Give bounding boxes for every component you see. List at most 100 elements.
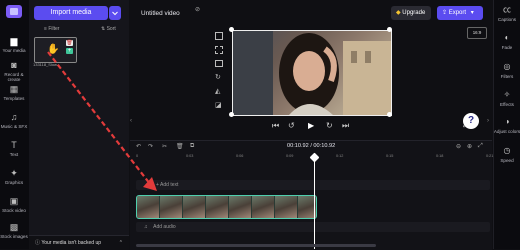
nav-item-stock-video[interactable]: ▣ Stock video — [0, 196, 30, 213]
nav-item-templates[interactable]: ▦ Templates — [0, 84, 30, 101]
text-icon: T — [11, 140, 17, 150]
top-bar — [129, 0, 490, 28]
ruler-tick: 0:15 — [386, 154, 394, 158]
skip-forward-icon[interactable]: ⏭ — [342, 121, 349, 131]
app-logo[interactable] — [6, 5, 22, 18]
nav-item-label: Stock video — [2, 208, 26, 213]
text-track[interactable]: + Add text — [136, 180, 490, 190]
fit-timeline-icon[interactable]: ⤢ — [478, 143, 483, 150]
project-title[interactable]: Untitled video — [141, 10, 180, 17]
video-preview[interactable] — [232, 30, 392, 116]
collapse-left-icon[interactable]: ‹ — [130, 118, 132, 124]
panel-item-label: Captions — [497, 17, 517, 22]
upgrade-label: Upgrade — [402, 10, 426, 16]
media-thumbnail[interactable]: 🗑 + ✋ — [34, 37, 77, 63]
resize-handle[interactable] — [229, 27, 234, 32]
undo-icon[interactable]: ↶ — [136, 143, 141, 150]
aspect-ratio-button[interactable]: 16:9 — [467, 27, 487, 39]
chevron-up-icon[interactable]: ⌃ — [119, 236, 123, 250]
stock-video-icon: ▣ — [9, 196, 19, 206]
chevron-down-icon: ▾ — [470, 10, 474, 16]
collapse-right-icon[interactable]: › — [487, 118, 489, 124]
filters-icon: ◎ — [503, 62, 511, 71]
forward-5s-icon[interactable]: ↻ — [326, 121, 333, 130]
panel-item-speed[interactable]: ◷ Speed — [491, 146, 520, 163]
nav-item-graphics[interactable]: ✦ Graphics — [0, 168, 30, 185]
export-button[interactable]: ⇪ Export ▾ — [437, 6, 483, 20]
media-filename: 133118_Slow... — [33, 62, 61, 67]
panel-item-filters[interactable]: ◎ Filters — [491, 62, 520, 79]
ruler-tick: 0:06 — [236, 154, 244, 158]
fit-icon[interactable] — [215, 46, 223, 54]
skip-back-icon[interactable]: ⏮ — [272, 121, 279, 131]
effects-icon: ✧ — [503, 90, 511, 99]
play-icon[interactable]: ▶ — [308, 121, 314, 130]
nav-item-label: Your media — [2, 48, 26, 53]
delete-icon[interactable]: 🗑 — [176, 143, 184, 150]
folder-icon: ▆ — [10, 36, 18, 46]
delete-icon[interactable]: 🗑 — [66, 40, 73, 46]
timecode: 00:10.92 / 00:10.92 — [287, 143, 336, 149]
backup-banner[interactable]: ⓘ Your media isn't backed up ⌃ — [29, 235, 129, 250]
duplicate-icon[interactable]: ⧉ — [190, 143, 194, 150]
split-icon[interactable]: ✂ — [162, 143, 167, 150]
redo-icon[interactable]: ↷ — [148, 143, 153, 150]
help-button[interactable]: ? — [463, 113, 479, 129]
video-clip[interactable] — [136, 195, 317, 219]
sort-label: Sort — [106, 26, 116, 32]
nav-item-stock-images[interactable]: ▩ Stock images — [0, 222, 30, 239]
panel-item-label: Fade — [501, 45, 513, 50]
resize-handle[interactable] — [229, 112, 234, 117]
fade-icon: ◐ — [504, 33, 510, 42]
no-cloud-icon: ⊘ — [195, 7, 201, 13]
panel-item-fade[interactable]: ◐ Fade — [491, 33, 520, 50]
music-icon: ♫ — [10, 112, 18, 122]
panel-item-captions[interactable]: ㏄ Captions — [491, 5, 520, 22]
add-to-timeline-icon[interactable]: + — [66, 48, 73, 54]
audio-track[interactable]: ♫ Add audio — [136, 222, 490, 232]
panel-item-label: Effects — [500, 102, 514, 107]
nav-item-camera[interactable]: ◙ Record & create — [0, 60, 30, 82]
add-text-label[interactable]: + Add text — [156, 182, 178, 188]
nav-item-music[interactable]: ♫ Music & SFX — [0, 112, 30, 129]
camera-icon: ◙ — [11, 60, 17, 70]
templates-icon: ▦ — [9, 84, 19, 94]
sort-button[interactable]: ⇅ Sort — [101, 26, 116, 32]
filter-button[interactable]: ≡ Filter — [44, 26, 59, 32]
upgrade-button[interactable]: ◆ Upgrade — [391, 6, 431, 20]
clip-frame — [137, 196, 160, 218]
nav-item-text[interactable]: T Text — [0, 140, 30, 157]
zoom-controls: ⊖ ⊕ ⤢ — [456, 143, 492, 151]
flip-icon[interactable]: ◭ — [215, 87, 220, 95]
flip-vertical-icon[interactable]: ◪ — [215, 101, 222, 109]
clip-frame — [229, 196, 252, 218]
pip-icon[interactable] — [215, 60, 223, 67]
rewind-5s-icon[interactable]: ↺ — [288, 121, 295, 130]
import-media-button[interactable]: Import media — [34, 6, 108, 20]
music-icon: ♫ — [144, 224, 148, 230]
graphics-icon: ✦ — [10, 168, 18, 178]
nav-item-label: Stock images — [0, 234, 28, 239]
resize-handle[interactable] — [387, 27, 392, 32]
clip-frame — [206, 196, 229, 218]
timeline-scrollbar[interactable] — [136, 244, 376, 247]
resize-handle[interactable] — [387, 112, 392, 117]
ruler-tick: 0:03 — [186, 154, 194, 158]
nav-item-label: Text — [9, 152, 19, 157]
panel-item-label: Speed — [500, 158, 514, 163]
zoom-out-icon[interactable]: ⊖ — [456, 143, 461, 150]
clip-frame — [275, 196, 298, 218]
rotate-icon[interactable]: ↻ — [215, 73, 221, 81]
add-audio-label[interactable]: Add audio — [153, 224, 176, 230]
stock-images-icon: ▩ — [9, 222, 19, 232]
playhead[interactable] — [314, 156, 315, 249]
import-dropdown-button[interactable] — [109, 6, 121, 20]
crop-icon[interactable] — [215, 32, 223, 40]
zoom-in-icon[interactable]: ⊕ — [467, 143, 472, 150]
nav-item-folder[interactable]: ▆ Your media — [0, 36, 30, 53]
ruler-tick: 0:21 — [486, 154, 494, 158]
panel-item-adjust-colors[interactable]: ◑ Adjust colors — [491, 117, 520, 134]
timeline-toolbar: ↶ ↷ ✂ 🗑 ⧉ — [136, 143, 196, 151]
panel-item-effects[interactable]: ✧ Effects — [491, 90, 520, 107]
upload-icon: ⇪ — [442, 10, 448, 16]
